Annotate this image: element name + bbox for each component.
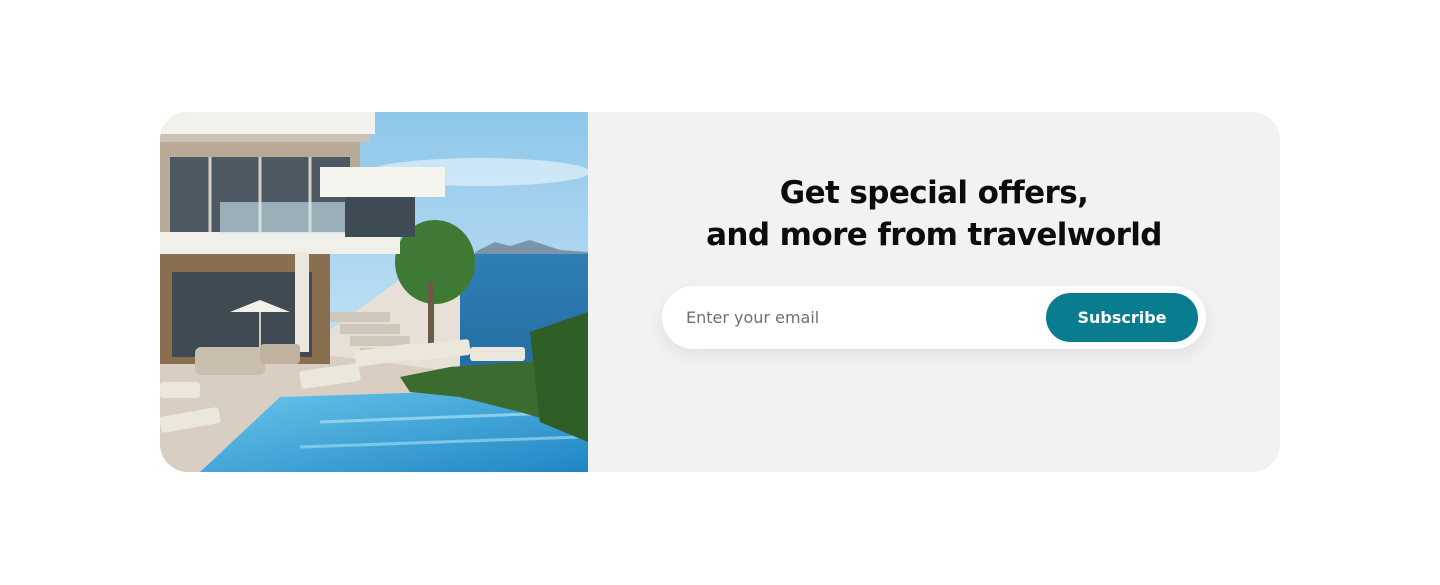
newsletter-content: Get special offers, and more from travel…	[588, 112, 1280, 472]
newsletter-headline: Get special offers, and more from travel…	[588, 172, 1280, 256]
headline-line-1: Get special offers,	[779, 175, 1089, 211]
subscribe-button[interactable]: Subscribe	[1046, 293, 1198, 342]
email-input[interactable]	[686, 296, 1036, 339]
headline-line-2: and more from travelworld	[706, 217, 1162, 253]
subscribe-form: Subscribe	[662, 286, 1206, 349]
villa-pool-sea-photo	[160, 112, 588, 472]
newsletter-card: Get special offers, and more from travel…	[160, 112, 1280, 472]
